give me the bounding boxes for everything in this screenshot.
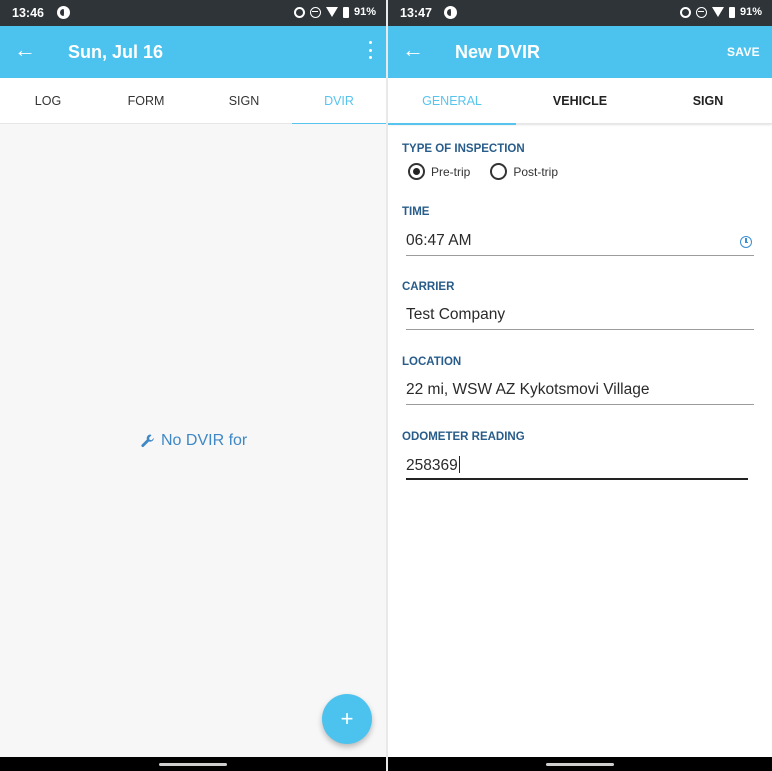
odometer-label: ODOMETER READING bbox=[402, 431, 525, 443]
app-bar: ← New DVIR SAVE bbox=[388, 26, 772, 78]
battery-icon bbox=[342, 6, 349, 18]
app-bar: ← Sun, Jul 16 bbox=[0, 26, 386, 78]
clock-icon[interactable] bbox=[740, 236, 752, 248]
tab-log[interactable]: LOG bbox=[0, 78, 96, 124]
empty-state: No DVIR for bbox=[140, 432, 247, 450]
odometer-field[interactable]: 258369 bbox=[406, 452, 748, 480]
odometer-value: 258369 bbox=[406, 457, 458, 474]
tab-form[interactable]: FORM bbox=[96, 78, 196, 124]
status-icons: 91% bbox=[293, 6, 376, 18]
tab-sign[interactable]: SIGN bbox=[644, 78, 772, 124]
tab-vehicle[interactable]: VEHICLE bbox=[516, 78, 644, 124]
status-bar: 13:46 91% bbox=[0, 0, 386, 26]
left-screen: 13:46 91% ← Sun, Jul 16 LOG FORM SIGN DV… bbox=[0, 0, 386, 771]
battery-icon bbox=[728, 6, 735, 18]
home-handle[interactable] bbox=[159, 763, 227, 766]
inspection-type-label: TYPE OF INSPECTION bbox=[402, 143, 525, 155]
back-arrow-icon[interactable]: ← bbox=[402, 38, 424, 62]
tab-bar: GENERAL VEHICLE SIGN bbox=[388, 78, 772, 125]
wifi-icon bbox=[325, 7, 338, 17]
time-field[interactable]: 06:47 AM bbox=[406, 228, 754, 256]
save-button[interactable]: SAVE bbox=[727, 45, 760, 59]
tab-dvir[interactable]: DVIR bbox=[292, 78, 386, 125]
time-value: 06:47 AM bbox=[406, 232, 472, 249]
carrier-field[interactable]: Test Company bbox=[406, 302, 754, 330]
pre-trip-label[interactable]: Pre-trip bbox=[431, 165, 470, 179]
right-screen: 13:47 91% ← New DVIR SAVE GENERAL VEHICL… bbox=[388, 0, 772, 771]
page-title: Sun, Jul 16 bbox=[68, 42, 164, 62]
add-dvir-button[interactable]: + bbox=[322, 694, 372, 744]
back-arrow-icon[interactable]: ← bbox=[14, 38, 36, 62]
more-vert-icon[interactable] bbox=[368, 41, 372, 59]
location-value: 22 mi, WSW AZ Kykotsmovi Village bbox=[406, 381, 650, 398]
status-time: 13:47 bbox=[400, 6, 432, 20]
page-title: New DVIR bbox=[455, 42, 541, 62]
battery-level: 91% bbox=[353, 6, 376, 18]
tab-general[interactable]: GENERAL bbox=[388, 78, 516, 125]
notification-icon bbox=[444, 6, 457, 19]
post-trip-radio[interactable] bbox=[490, 163, 508, 180]
system-nav-bar bbox=[388, 757, 772, 771]
location-field[interactable]: 22 mi, WSW AZ Kykotsmovi Village bbox=[406, 377, 754, 405]
pre-trip-radio[interactable] bbox=[408, 163, 425, 180]
battery-level: 91% bbox=[739, 6, 762, 18]
wifi-icon bbox=[711, 7, 724, 17]
dvir-list: No DVIR for bbox=[0, 124, 386, 757]
status-icons: 91% bbox=[679, 6, 762, 18]
tab-bar: LOG FORM SIGN DVIR bbox=[0, 78, 386, 125]
home-handle[interactable] bbox=[546, 763, 614, 766]
location-label: LOCATION bbox=[402, 356, 462, 368]
system-nav-bar bbox=[0, 757, 386, 771]
carrier-label: CARRIER bbox=[402, 281, 455, 293]
status-time: 13:46 bbox=[12, 6, 44, 20]
notification-icon bbox=[57, 6, 70, 19]
time-label: TIME bbox=[402, 206, 430, 218]
post-trip-label[interactable]: Post-trip bbox=[513, 165, 558, 179]
empty-message: No DVIR for bbox=[161, 432, 248, 449]
inspection-type-group: Pre-trip Post-trip bbox=[408, 163, 578, 180]
do-not-disturb-icon bbox=[309, 6, 321, 18]
status-bar: 13:47 91% bbox=[388, 0, 772, 26]
wrench-icon bbox=[141, 434, 154, 448]
carrier-value: Test Company bbox=[406, 306, 506, 323]
do-not-disturb-icon bbox=[695, 6, 707, 18]
tab-sign[interactable]: SIGN bbox=[196, 78, 292, 124]
vibrate-icon bbox=[679, 6, 691, 18]
vibrate-icon bbox=[293, 6, 305, 18]
text-cursor bbox=[458, 456, 461, 473]
